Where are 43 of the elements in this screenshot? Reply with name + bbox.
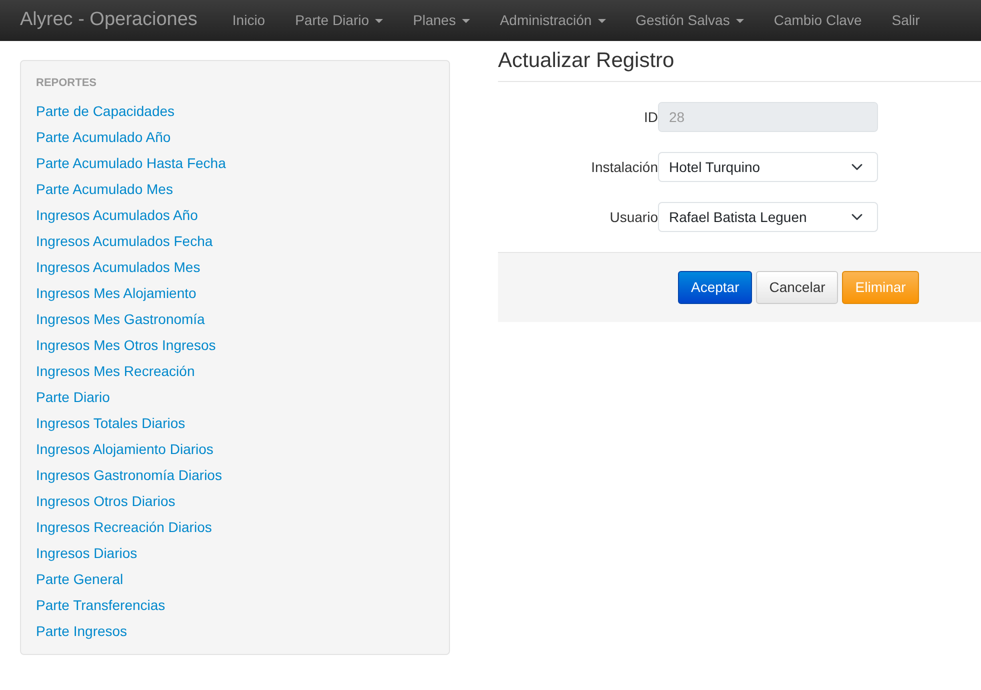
select-field[interactable]: Rafael Batista Leguen: [658, 202, 878, 232]
sidebar-link[interactable]: Parte General: [36, 566, 124, 592]
caret-icon: [375, 18, 384, 22]
sidebar-link[interactable]: Ingresos Diarios: [36, 540, 138, 566]
sidebar-link[interactable]: Parte Acumulado Mes: [36, 176, 173, 202]
sidebar-link[interactable]: Parte Acumulado Año: [36, 124, 171, 150]
field-label: ID: [643, 108, 658, 127]
sidebar-link[interactable]: Parte Diario: [36, 384, 110, 410]
sidebar-link[interactable]: Ingresos Mes Gastronomía: [36, 306, 205, 332]
sidebar-link[interactable]: Parte Acumulado Hasta Fecha: [36, 150, 226, 176]
cancel-button[interactable]: Cancelar: [756, 271, 838, 304]
field-label: Usuario: [608, 208, 658, 227]
sidebar-link[interactable]: Ingresos Mes Alojamiento: [36, 280, 196, 306]
sidebar-link[interactable]: Ingresos Totales Diarios: [36, 410, 186, 436]
nav-link[interactable]: Cambio Clave: [758, 10, 877, 31]
nav-link[interactable]: Inicio: [217, 10, 280, 31]
sidebar-link[interactable]: Parte de Capacidades: [36, 98, 175, 124]
caret-icon: [462, 18, 470, 22]
sidebar-link[interactable]: Ingresos Acumulados Año: [36, 202, 198, 228]
caret-icon: [598, 18, 606, 22]
nav-dropdown[interactable]: Planes: [398, 10, 485, 31]
nav-dropdown[interactable]: Gestión Salvas: [620, 10, 759, 31]
sidebar-link[interactable]: Ingresos Acumulados Mes: [36, 254, 200, 280]
page-title: Actualizar Registro: [498, 48, 981, 82]
accept-button[interactable]: Aceptar: [678, 271, 752, 304]
delete-button[interactable]: Eliminar: [842, 271, 919, 304]
select-field[interactable]: Hotel Turquino: [658, 152, 878, 182]
nav-link[interactable]: Salir: [876, 10, 935, 31]
sidebar-heading: REPORTES: [36, 76, 98, 91]
sidebar-link[interactable]: Ingresos Mes Recreación: [36, 358, 195, 384]
nav-dropdown[interactable]: Administración: [484, 10, 621, 31]
caret-icon: [736, 18, 744, 22]
brand-title: Alyrec - Operaciones: [20, 8, 198, 32]
sidebar-link[interactable]: Parte Ingresos: [36, 618, 128, 644]
sidebar-link[interactable]: Ingresos Otros Diarios: [36, 488, 176, 514]
sidebar-link[interactable]: Ingresos Gastronomía Diarios: [36, 462, 222, 488]
sidebar-link[interactable]: Ingresos Mes Otros Ingresos: [36, 332, 216, 358]
nav-dropdown[interactable]: Parte Diario: [280, 10, 398, 31]
sidebar-link[interactable]: Ingresos Recreación Diarios: [36, 514, 212, 540]
sidebar-link[interactable]: Parte Transferencias: [36, 592, 166, 618]
sidebar-link[interactable]: Ingresos Acumulados Fecha: [36, 228, 213, 254]
field-label: Instalación: [590, 158, 658, 177]
sidebar-link[interactable]: Ingresos Alojamiento Diarios: [36, 436, 214, 462]
